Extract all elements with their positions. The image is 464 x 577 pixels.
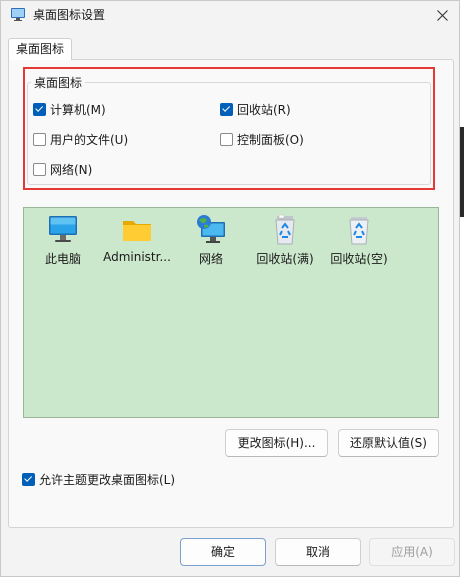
icon-item-this-pc[interactable]: 此电脑 xyxy=(25,213,101,267)
icon-item-network[interactable]: 网络 xyxy=(173,213,249,267)
ok-button[interactable]: 确定 xyxy=(180,538,266,566)
checkbox-label: 允许主题更改桌面图标(L) xyxy=(39,472,176,487)
close-icon xyxy=(436,9,448,21)
checkbox-box[interactable] xyxy=(33,102,46,116)
checkbox-label: 用户的文件(U) xyxy=(50,132,129,147)
cancel-button[interactable]: 取消 xyxy=(275,538,361,566)
icon-label: Administr... xyxy=(103,250,171,264)
close-button[interactable] xyxy=(425,1,459,29)
checkbox-box[interactable] xyxy=(33,132,46,146)
icon-item-recycle-full[interactable]: 回收站(满) xyxy=(247,213,323,267)
network-globe-icon xyxy=(197,215,225,243)
icon-item-recycle-empty[interactable]: 回收站(空) xyxy=(321,213,397,267)
checkbox-label: 计算机(M) xyxy=(50,102,106,117)
apply-button[interactable]: 应用(A) xyxy=(369,538,455,566)
recycle-bin-full-icon xyxy=(275,214,295,245)
checkbox-computer[interactable]: 计算机(M) xyxy=(33,101,106,117)
checkbox-recycle-bin[interactable]: 回收站(R) xyxy=(220,101,291,117)
icon-label: 回收站(空) xyxy=(330,252,388,266)
checkbox-box[interactable] xyxy=(220,132,233,146)
icon-label: 回收站(满) xyxy=(256,252,314,266)
checkbox-label: 控制面板(O) xyxy=(237,132,304,147)
checkbox-allow-theme-change[interactable]: 允许主题更改桌面图标(L) xyxy=(22,471,175,487)
checkbox-user-files[interactable]: 用户的文件(U) xyxy=(33,131,128,147)
checkbox-control-panel[interactable]: 控制面板(O) xyxy=(220,131,304,147)
icon-label: 网络 xyxy=(198,252,223,266)
background-strip xyxy=(460,0,464,577)
title-bar: 桌面图标设置 xyxy=(1,1,459,29)
desktop-settings-icon xyxy=(11,8,25,21)
checkbox-label: 网络(N) xyxy=(50,162,93,177)
change-icon-button[interactable]: 更改图标(H)... xyxy=(225,429,328,457)
icon-item-user-folder[interactable]: Administr... xyxy=(99,213,175,264)
checkbox-box[interactable] xyxy=(220,102,233,116)
recycle-bin-empty-icon xyxy=(349,217,369,245)
background-strip-dark xyxy=(460,127,464,217)
window-title: 桌面图标设置 xyxy=(33,8,106,22)
checkbox-box[interactable] xyxy=(33,162,46,176)
restore-default-button[interactable]: 还原默认值(S) xyxy=(338,429,439,457)
tab-desktop-icons[interactable]: 桌面图标 xyxy=(8,38,72,60)
checkbox-label: 回收站(R) xyxy=(237,102,291,117)
icon-preview-list[interactable]: 此电脑 Administr... 网络 回收站(满) 回收站(空) xyxy=(23,207,439,418)
monitor-icon xyxy=(49,216,77,242)
icon-label: 此电脑 xyxy=(44,252,81,266)
checkbox-network[interactable]: 网络(N) xyxy=(33,161,92,177)
checkbox-box[interactable] xyxy=(22,472,35,486)
folder-icon xyxy=(123,221,151,241)
